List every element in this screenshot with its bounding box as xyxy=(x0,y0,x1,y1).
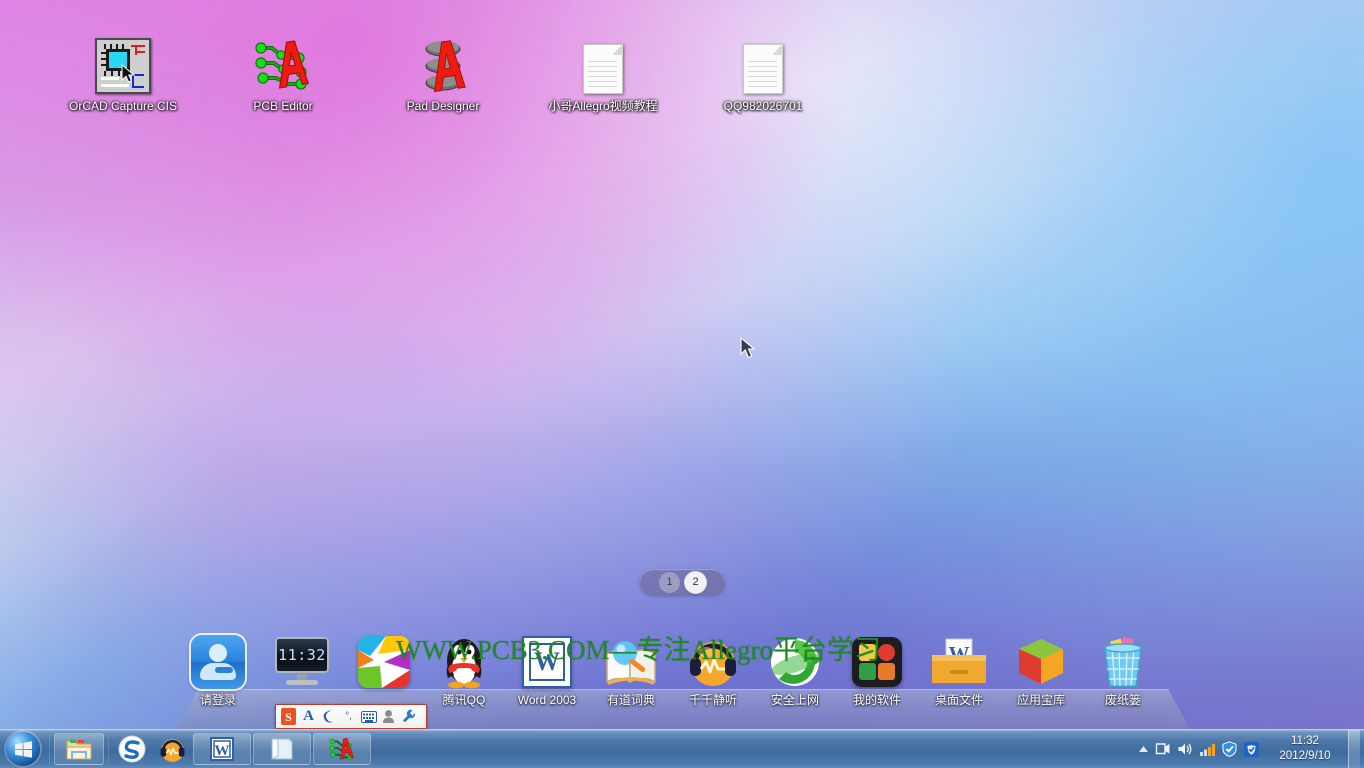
dock-item-my-software[interactable]: 我的软件 xyxy=(836,631,918,708)
desktop-icon-label: Pad Designer xyxy=(406,99,480,113)
taskbar-separator xyxy=(49,734,50,764)
pcb-editor-icon xyxy=(329,737,354,761)
chinese-moon-icon[interactable] xyxy=(320,707,337,726)
software-folder-icon xyxy=(836,631,918,693)
volume-icon[interactable] xyxy=(1174,741,1196,757)
taskbar-button-pcb-editor[interactable] xyxy=(313,733,371,765)
monitor-clock-icon: 11:32 xyxy=(260,631,344,693)
antivirus-icon[interactable] xyxy=(1240,741,1262,757)
action-center-icon[interactable] xyxy=(1152,741,1174,757)
dock-clock-time: 11:32 xyxy=(278,646,326,664)
taskbar-button-word[interactable]: W xyxy=(193,733,251,765)
security-shield-icon[interactable] xyxy=(1218,741,1240,757)
dock-item-label: 安全上网 xyxy=(770,693,819,707)
dock-item-desktop-files[interactable]: W 桌面文件 xyxy=(918,631,1000,708)
dock-item-clock-widget[interactable]: 11:32 xyxy=(260,631,344,693)
dock-item-word-2003[interactable]: W Word 2003 xyxy=(504,631,590,708)
headphone-icon xyxy=(672,631,754,693)
trash-icon xyxy=(1082,631,1164,693)
taskbar: W 11:32 2012/9/10 xyxy=(0,729,1364,768)
desktop-icon-pad-designer[interactable]: Pad Designer xyxy=(381,34,505,113)
desktop-icon-grid: OrCAD Capture CIS PCB Editor Pad Designe… xyxy=(0,34,1364,164)
system-tray: 11:32 2012/9/10 xyxy=(1134,729,1364,768)
cube-icon xyxy=(1000,631,1082,693)
tray-overflow-arrow-icon[interactable] xyxy=(1134,745,1152,753)
text-file-icon xyxy=(541,34,665,94)
user-account-icon[interactable] xyxy=(380,707,397,726)
mouse-cursor xyxy=(740,337,756,359)
dictionary-icon xyxy=(590,631,672,693)
punctuation-icon[interactable]: °, xyxy=(340,707,357,726)
sogou-input-method-bar[interactable]: S A °, xyxy=(275,704,427,729)
word-icon: W xyxy=(504,631,590,693)
taskbar-button-notepad[interactable] xyxy=(253,733,311,765)
dock-item-label: 我的软件 xyxy=(852,693,901,707)
windows-logo-icon xyxy=(6,732,40,766)
dock-item-ttplayer[interactable]: 千千静听 xyxy=(672,631,754,708)
svg-text:W: W xyxy=(215,743,230,759)
desktop-icon-label: QQ982026701 xyxy=(723,99,803,113)
cursor-overlay-icon xyxy=(121,64,136,83)
orcad-icon xyxy=(61,34,185,94)
desktop-background[interactable]: OrCAD Capture CIS PCB Editor Pad Designe… xyxy=(0,0,1364,768)
taskbar-button-explorer[interactable] xyxy=(54,733,104,765)
ie-green-icon xyxy=(754,631,836,693)
dock-item-label: 千千静听 xyxy=(688,693,737,707)
dock-item-label: 请登录 xyxy=(199,693,236,707)
show-desktop-button[interactable] xyxy=(1348,729,1360,768)
dock-item-photo-app[interactable] xyxy=(344,631,424,693)
pcb-editor-icon xyxy=(221,34,345,94)
dock-item-safe-browse[interactable]: 安全上网 xyxy=(754,631,836,708)
dock-item-youdao-dict[interactable]: 有道词典 xyxy=(590,631,672,708)
dock-item-label: Word 2003 xyxy=(517,693,577,707)
dock-item-recycle-bin[interactable]: 废纸篓 xyxy=(1082,631,1164,708)
page-pill-1[interactable]: 1 xyxy=(659,571,680,593)
soft-keyboard-icon[interactable] xyxy=(360,707,377,726)
dock-item-label: 桌面文件 xyxy=(934,693,983,707)
settings-wrench-icon[interactable] xyxy=(400,707,417,726)
dock-item-label: 有道词典 xyxy=(606,693,655,707)
desktop-icon-label: PCB Editor xyxy=(253,99,313,113)
desktop-icon-qq-file[interactable]: QQ982026701 xyxy=(701,34,825,113)
clock-time: 11:32 xyxy=(1291,735,1319,747)
clock-date: 2012/9/10 xyxy=(1279,750,1331,762)
dock-item-label: 应用宝库 xyxy=(1016,693,1065,707)
start-button[interactable] xyxy=(0,730,46,768)
pinwheel-icon xyxy=(344,631,424,693)
taskbar-button-ttplayer[interactable] xyxy=(153,733,191,765)
desktop-icon-pcb-editor[interactable]: PCB Editor xyxy=(221,34,345,113)
headphone-icon xyxy=(160,738,184,762)
network-icon[interactable] xyxy=(1196,741,1218,757)
dock-item-tencent-qq[interactable]: 腾讯QQ xyxy=(424,631,504,708)
desktop-icon-orcad-capture-cis[interactable]: OrCAD Capture CIS xyxy=(61,34,185,113)
sogou-s-icon xyxy=(118,735,146,763)
desktop-icon-label: 小哥Allegro视频教程 xyxy=(548,99,658,113)
user-login-icon xyxy=(176,631,260,693)
taskbar-clock[interactable]: 11:32 2012/9/10 xyxy=(1266,734,1344,764)
dock-item-login[interactable]: 请登录 xyxy=(176,631,260,708)
text-file-icon xyxy=(701,34,825,94)
notepad-icon xyxy=(271,738,293,760)
dock-item-app-treasury[interactable]: 应用宝库 xyxy=(1000,631,1082,708)
english-mode-icon[interactable]: A xyxy=(300,707,317,726)
sogou-logo-icon[interactable]: S xyxy=(280,707,297,726)
qq-penguin-icon xyxy=(424,631,504,693)
dock-item-label: 腾讯QQ xyxy=(442,693,486,707)
desktop-page-indicator: 1 2 xyxy=(640,569,725,595)
folder-icon xyxy=(66,739,92,759)
desktop-icon-label: OrCAD Capture CIS xyxy=(68,99,178,113)
word-icon: W xyxy=(210,737,234,761)
taskbar-separator xyxy=(108,734,109,764)
pad-designer-icon xyxy=(381,34,505,94)
desktop-icon-allegro-tutorial[interactable]: 小哥Allegro视频教程 xyxy=(541,34,665,113)
svg-text:S: S xyxy=(285,710,292,724)
file-tray-icon: W xyxy=(918,631,1000,693)
taskbar-button-sogou-browser[interactable] xyxy=(113,733,151,765)
page-pill-2[interactable]: 2 xyxy=(685,571,706,593)
dock-item-label: 废纸篓 xyxy=(1104,693,1141,707)
